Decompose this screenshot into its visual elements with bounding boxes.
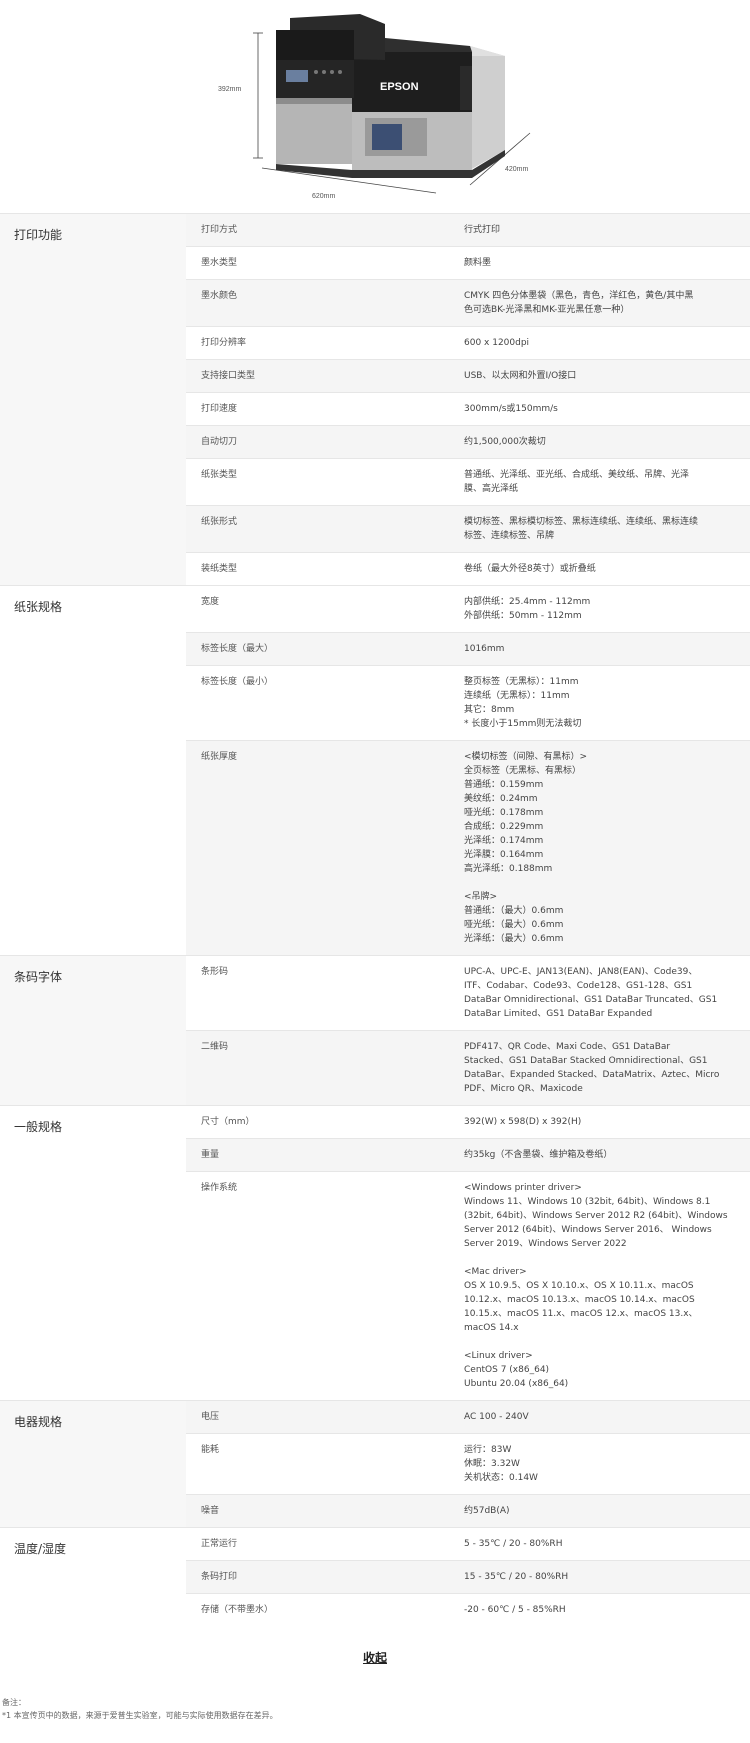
footnotes: 备注： *1 本宣传页中的数据，来源于爱普生实验室，可能与实际使用数据存在差异。 — [2, 1696, 278, 1722]
spec-row: 条形码 UPC-A、UPC-E、JAN13(EAN)、JAN8(EAN)、Code… — [186, 956, 750, 1031]
section-barcode-font: 条码字体 条形码 UPC-A、UPC-E、JAN13(EAN)、JAN8(EAN)… — [0, 955, 750, 1105]
spec-row: 重量 约35kg（不含墨袋、维护箱及卷纸） — [186, 1139, 750, 1172]
spec-row: 墨水类型 颜料墨 — [186, 247, 750, 280]
spec-row: 电压 AC 100 - 240V — [186, 1401, 750, 1434]
spec-value: 300mm/s或150mm/s — [464, 404, 558, 414]
spec-value: <Windows printer driver> Windows 11、Wind… — [464, 1183, 728, 1389]
product-figure: EPSON 392mm 620mm 420mm — [0, 0, 750, 210]
spec-key: 重量 — [201, 1150, 220, 1160]
spec-value: 392(W) x 598(D) x 392(H) — [464, 1117, 582, 1127]
spec-key: 噪音 — [201, 1506, 220, 1516]
spec-table: 打印功能 打印方式 行式打印 墨水类型 颜料墨 墨水颜色 CMYK 四色分体墨袋（黑色… — [0, 213, 750, 1626]
spec-key: 宽度 — [201, 597, 220, 607]
spec-key: 打印速度 — [201, 404, 238, 414]
spec-row: 宽度 内部供纸：25.4mm - 112mm 外部供纸：50mm - 112mm — [186, 586, 750, 633]
category-label: 电器规格 — [0, 1401, 186, 1527]
spec-value: PDF417、QR Code、Maxi Code、GS1 DataBar Sta… — [464, 1042, 720, 1094]
section-paper-spec: 纸张规格 宽度 内部供纸：25.4mm - 112mm 外部供纸：50mm - 1… — [0, 585, 750, 955]
spec-row: 装纸类型 卷纸（最大外径8英寸）或折叠纸 — [186, 553, 750, 585]
spec-value: 整页标签（无黑标）：11mm 连续纸（无黑标）：11mm 其它：8mm * 长度… — [464, 677, 582, 729]
spec-row: 支持接口类型 USB、以太网和外置I/O接口 — [186, 360, 750, 393]
category-label: 一般规格 — [0, 1106, 186, 1400]
printer-illustration: EPSON — [253, 14, 531, 194]
brand-logo: EPSON — [380, 81, 419, 93]
collapse-container: 收起 — [0, 1647, 750, 1666]
spec-value: AC 100 - 240V — [464, 1412, 529, 1422]
width-dimension-label: 620mm — [312, 193, 336, 200]
spec-key: 操作系统 — [201, 1183, 238, 1193]
spec-value: 行式打印 — [464, 225, 501, 235]
spec-value: 15 - 35℃ / 20 - 80%RH — [464, 1572, 569, 1582]
spec-value: 颜料墨 — [464, 258, 492, 268]
spec-value: CMYK 四色分体墨袋（黑色，青色，洋红色，黄色/其中黑 色可选BK-光泽黑和M… — [464, 291, 694, 315]
spec-key: 条形码 — [201, 967, 229, 977]
category-label: 温度/湿度 — [0, 1528, 186, 1626]
spec-key: 纸张形式 — [201, 517, 238, 527]
spec-value: 模切标签、黑标模切标签、黑标连续纸、连续纸、黑标连续 标签、连续标签、吊牌 — [464, 517, 699, 541]
spec-value: 约35kg（不含墨袋、维护箱及卷纸） — [464, 1150, 613, 1160]
spec-value: 内部供纸：25.4mm - 112mm 外部供纸：50mm - 112mm — [464, 597, 591, 621]
notes-line: *1 本宣传页中的数据，来源于爱普生实验室，可能与实际使用数据存在差异。 — [2, 1711, 278, 1720]
spec-value: 5 - 35℃ / 20 - 80%RH — [464, 1539, 563, 1549]
spec-row: 二维码 PDF417、QR Code、Maxi Code、GS1 DataBar … — [186, 1031, 750, 1105]
spec-value: 1016mm — [464, 644, 505, 654]
spec-key: 装纸类型 — [201, 564, 238, 574]
spec-value: 600 x 1200dpi — [464, 338, 530, 348]
spec-row: 能耗 运行：83W 休眠：3.32W 关机状态：0.14W — [186, 1434, 750, 1495]
spec-row: 操作系统 <Windows printer driver> Windows 11、… — [186, 1172, 750, 1400]
spec-row: 打印方式 行式打印 — [186, 214, 750, 247]
spec-row: 存储（不带墨水） -20 - 60℃ / 5 - 85%RH — [186, 1594, 750, 1626]
height-dimension-label: 392mm — [218, 86, 242, 93]
spec-row: 正常运行 5 - 35℃ / 20 - 80%RH — [186, 1528, 750, 1561]
spec-value: 约1,500,000次裁切 — [464, 437, 546, 447]
spec-row: 纸张厚度 <模切标签（间隙、有黑标）> 全页标签（无黑标、有黑标） 普通纸：0.1… — [186, 741, 750, 955]
spec-row: 标签长度（最大） 1016mm — [186, 633, 750, 666]
spec-value: USB、以太网和外置I/O接口 — [464, 371, 577, 381]
spec-value: UPC-A、UPC-E、JAN13(EAN)、JAN8(EAN)、Code39、… — [464, 967, 718, 1019]
spec-key: 标签长度（最大） — [201, 644, 274, 654]
spec-value: 运行：83W 休眠：3.32W 关机状态：0.14W — [464, 1445, 538, 1483]
collapse-link[interactable]: 收起 — [363, 1651, 387, 1665]
spec-key: 尺寸（mm） — [201, 1117, 255, 1127]
spec-key: 墨水颜色 — [201, 291, 238, 301]
spec-key: 打印分辨率 — [201, 338, 247, 348]
spec-key: 标签长度（最小） — [201, 677, 274, 687]
spec-key: 墨水类型 — [201, 258, 238, 268]
category-label: 打印功能 — [0, 214, 186, 585]
category-label: 条码字体 — [0, 956, 186, 1105]
depth-dimension-label: 420mm — [505, 166, 529, 173]
spec-value: 约57dB(A) — [464, 1506, 510, 1516]
category-label: 纸张规格 — [0, 586, 186, 955]
spec-key: 纸张厚度 — [201, 752, 238, 762]
section-electrical-spec: 电器规格 电压 AC 100 - 240V 能耗 运行：83W 休眠：3.32W 关… — [0, 1400, 750, 1527]
spec-key: 二维码 — [201, 1042, 229, 1052]
spec-key: 正常运行 — [201, 1539, 238, 1549]
spec-row: 条码打印 15 - 35℃ / 20 - 80%RH — [186, 1561, 750, 1594]
spec-row: 打印分辨率 600 x 1200dpi — [186, 327, 750, 360]
spec-key: 能耗 — [201, 1445, 220, 1455]
spec-key: 支持接口类型 — [201, 371, 256, 381]
spec-key: 条码打印 — [201, 1572, 238, 1582]
spec-value: <模切标签（间隙、有黑标）> 全页标签（无黑标、有黑标） 普通纸：0.159mm… — [464, 752, 588, 944]
section-general-spec: 一般规格 尺寸（mm） 392(W) x 598(D) x 392(H) 重量 约3… — [0, 1105, 750, 1400]
spec-row: 纸张类型 普通纸、光泽纸、亚光纸、合成纸、美纹纸、吊牌、光泽 膜、高光泽纸 — [186, 459, 750, 506]
spec-key: 纸张类型 — [201, 470, 238, 480]
notes-title: 备注： — [2, 1698, 26, 1707]
section-print-function: 打印功能 打印方式 行式打印 墨水类型 颜料墨 墨水颜色 CMYK 四色分体墨袋（黑色… — [0, 213, 750, 585]
spec-value: 卷纸（最大外径8英寸）或折叠纸 — [464, 564, 596, 574]
spec-row: 纸张形式 模切标签、黑标模切标签、黑标连续纸、连续纸、黑标连续 标签、连续标签、吊… — [186, 506, 750, 553]
spec-value: -20 - 60℃ / 5 - 85%RH — [464, 1605, 566, 1615]
spec-value: 普通纸、光泽纸、亚光纸、合成纸、美纹纸、吊牌、光泽 膜、高光泽纸 — [464, 470, 690, 494]
spec-row: 标签长度（最小） 整页标签（无黑标）：11mm 连续纸（无黑标）：11mm 其它：… — [186, 666, 750, 741]
spec-key: 电压 — [201, 1412, 220, 1422]
spec-key: 自动切刀 — [201, 437, 238, 447]
spec-row: 尺寸（mm） 392(W) x 598(D) x 392(H) — [186, 1106, 750, 1139]
spec-row: 打印速度 300mm/s或150mm/s — [186, 393, 750, 426]
spec-row: 自动切刀 约1,500,000次裁切 — [186, 426, 750, 459]
spec-key: 打印方式 — [201, 225, 238, 235]
spec-key: 存储（不带墨水） — [201, 1605, 274, 1615]
spec-row: 墨水颜色 CMYK 四色分体墨袋（黑色，青色，洋红色，黄色/其中黑 色可选BK-光… — [186, 280, 750, 327]
section-temperature-humidity: 温度/湿度 正常运行 5 - 35℃ / 20 - 80%RH 条码打印 15 - … — [0, 1527, 750, 1626]
spec-row: 噪音 约57dB(A) — [186, 1495, 750, 1527]
